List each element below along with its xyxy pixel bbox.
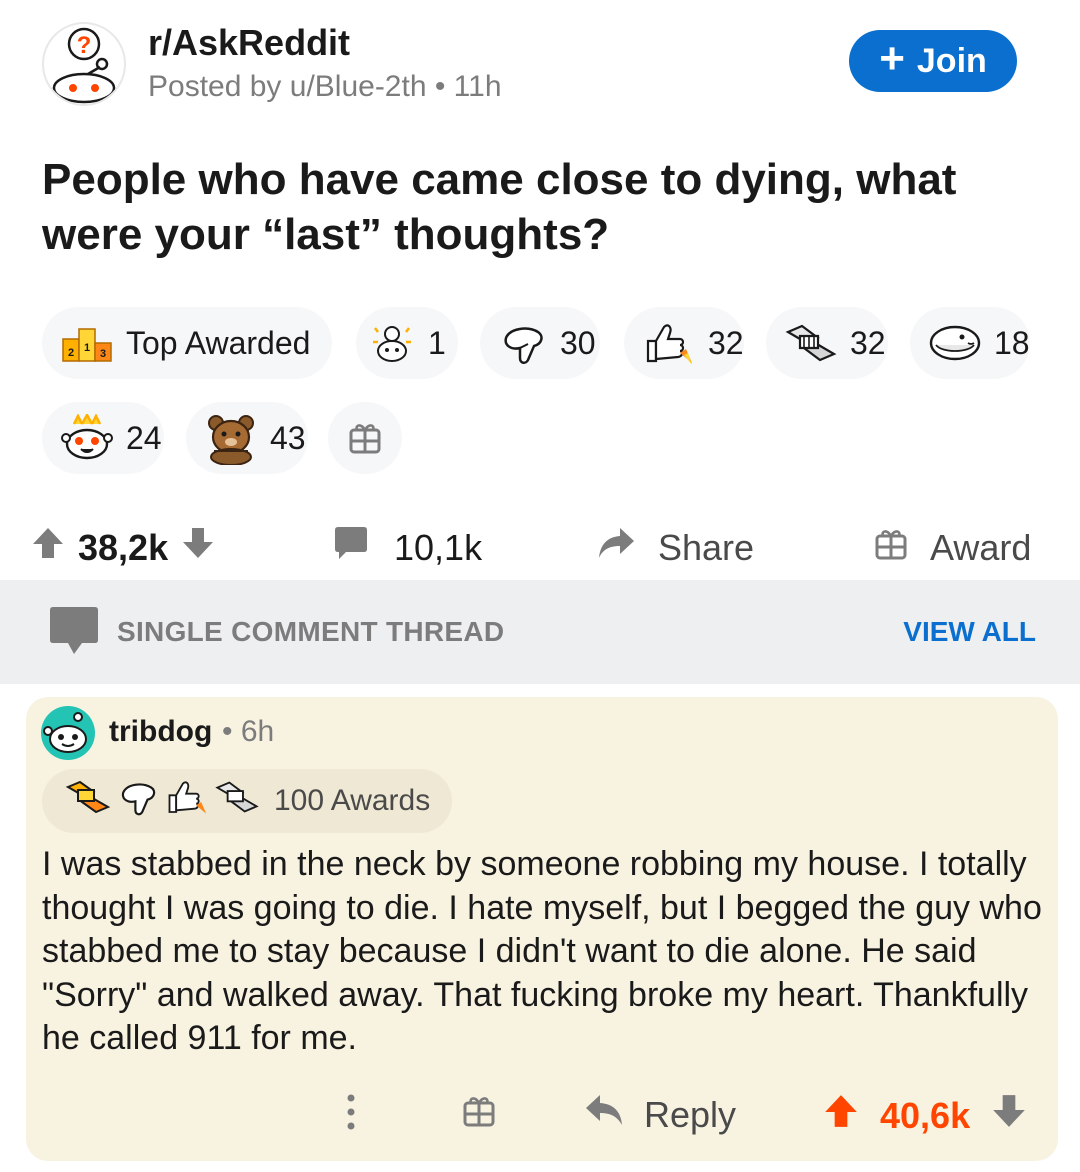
svg-text:3: 3 xyxy=(100,348,106,360)
reply-label: Reply xyxy=(644,1093,737,1135)
award-label: Award xyxy=(930,526,1032,568)
thumbs-rocket-icon xyxy=(642,315,696,371)
share-arrow-icon xyxy=(596,525,636,570)
upvote-icon[interactable] xyxy=(30,525,66,570)
award-count: 30 xyxy=(560,324,596,361)
top-awarded-label: Top Awarded xyxy=(126,324,311,361)
post-vote-count: 38,2k xyxy=(78,526,169,568)
award-pill[interactable]: 32 xyxy=(766,307,888,379)
comment-body: I was stabbed in the neck by someone rob… xyxy=(42,845,1042,1057)
gift-icon xyxy=(874,525,908,570)
comment-award-button[interactable] xyxy=(462,1092,496,1137)
more-options-icon[interactable] xyxy=(344,1092,358,1132)
post-action-bar: 38,2k 10,1k Share Award xyxy=(0,515,1080,585)
comment-bubble-icon xyxy=(332,525,370,570)
downvote-icon[interactable] xyxy=(180,525,216,570)
post-header: ? r/AskReddit Posted by u/Blue-2th • 11h… xyxy=(0,0,1080,130)
upvote-icon[interactable] xyxy=(822,1092,860,1139)
svg-text:1: 1 xyxy=(84,342,90,354)
thumbs-rocket-icon xyxy=(164,777,210,825)
comment-vote-group: 40,6k xyxy=(822,1092,1028,1139)
post-meta: Posted by u/Blue-2th • 11h xyxy=(148,70,502,103)
comment-action-bar: Reply 40,6k xyxy=(26,1092,1058,1142)
view-all-link[interactable]: VIEW ALL xyxy=(903,616,1036,648)
award-count: 43 xyxy=(270,419,306,456)
thread-label: SINGLE COMMENT THREAD xyxy=(117,616,505,647)
comment-bubble-icon xyxy=(48,606,100,663)
comment-vote-count: 40,6k xyxy=(880,1094,971,1136)
comment-count: 10,1k xyxy=(394,526,483,568)
podium-icon: 2 1 3 xyxy=(60,315,114,371)
award-count: 32 xyxy=(850,324,886,361)
gift-icon xyxy=(462,1092,496,1137)
award-count: 24 xyxy=(126,419,162,456)
single-thread-bar: SINGLE COMMENT THREAD VIEW ALL xyxy=(0,580,1080,684)
award-count: 1 xyxy=(428,324,446,361)
comment-awards-label: 100 Awards xyxy=(274,784,431,817)
join-button[interactable]: + Join xyxy=(849,30,1017,92)
seal-icon xyxy=(928,315,982,371)
share-button[interactable]: Share xyxy=(596,525,754,570)
comment-awards-pill[interactable]: 100 Awards xyxy=(42,769,453,833)
award-count: 18 xyxy=(994,324,1030,361)
ternion-icon xyxy=(368,315,416,371)
comment-author[interactable]: tribdog xyxy=(109,715,212,749)
vote-group: 38,2k xyxy=(30,525,216,570)
award-pill[interactable]: 18 xyxy=(910,307,1030,379)
wholesome-hand-icon xyxy=(498,315,548,371)
post-title: People who have came close to dying, wha… xyxy=(42,155,957,259)
give-award-button[interactable] xyxy=(328,402,402,474)
handshake-gold-icon xyxy=(64,777,112,825)
snoo-gold-icon xyxy=(60,410,114,466)
award-pill[interactable]: 32 xyxy=(624,307,744,379)
top-awarded-pill[interactable]: 2 1 3 Top Awarded xyxy=(42,307,332,379)
gift-icon xyxy=(337,410,393,466)
comments-button[interactable]: 10,1k xyxy=(332,525,482,570)
svg-text:2: 2 xyxy=(68,347,74,359)
share-label: Share xyxy=(658,526,755,568)
svg-text:?: ? xyxy=(77,32,92,59)
award-button[interactable]: Award xyxy=(874,525,1031,570)
award-count: 32 xyxy=(708,324,744,361)
subreddit-name[interactable]: r/AskReddit xyxy=(148,22,350,64)
handshake-icon xyxy=(214,777,260,825)
comment-card: tribdog • 6h 100 Awards I was stabbed in… xyxy=(26,697,1058,1161)
join-label: Join xyxy=(916,41,987,80)
wholesome-hand-icon xyxy=(116,777,160,825)
award-pill[interactable]: 43 xyxy=(186,402,308,474)
comment-time: • 6h xyxy=(222,715,275,748)
plus-icon: + xyxy=(879,34,905,83)
reply-button[interactable]: Reply xyxy=(584,1092,736,1137)
award-pill[interactable]: 1 xyxy=(356,307,458,379)
user-avatar-icon[interactable] xyxy=(40,705,96,761)
handshake-icon xyxy=(784,315,838,371)
downvote-icon[interactable] xyxy=(990,1092,1028,1139)
award-pill[interactable]: 30 xyxy=(480,307,600,379)
bear-icon xyxy=(204,410,258,466)
reply-arrow-icon xyxy=(584,1092,626,1137)
award-pill[interactable]: 24 xyxy=(42,402,164,474)
subreddit-avatar-icon[interactable]: ? xyxy=(42,22,126,106)
